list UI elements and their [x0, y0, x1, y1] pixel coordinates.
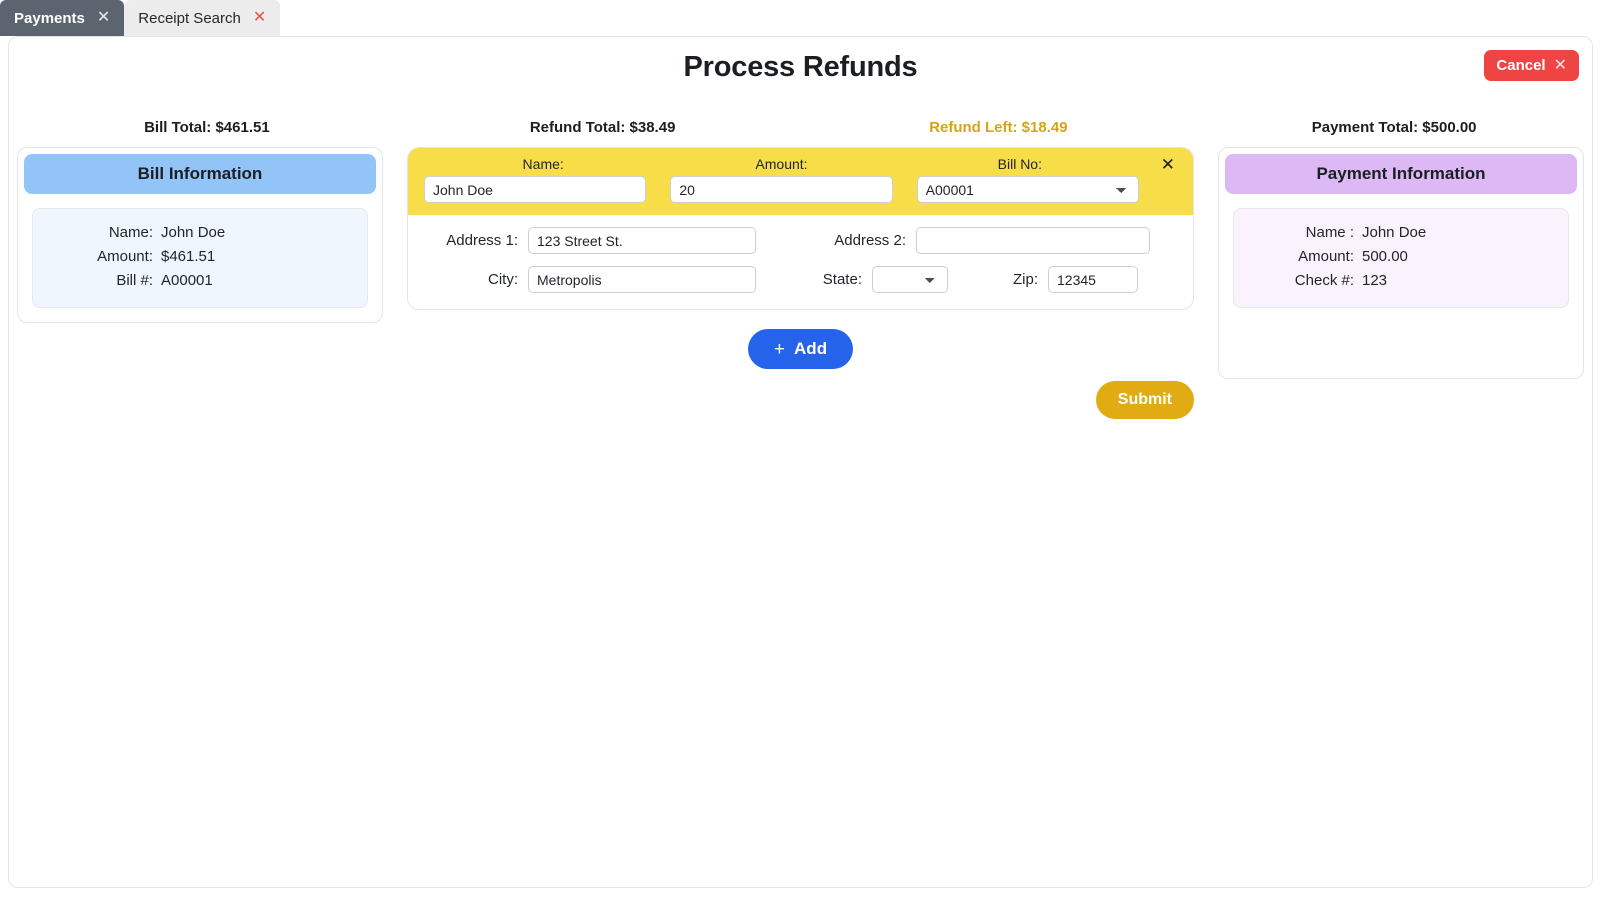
zip-label: Zip:	[1012, 271, 1038, 288]
refund-row-labels: Name: Amount: Bill No:	[424, 156, 1181, 176]
city-field-wrap	[528, 266, 756, 293]
refund-billno-field-wrap: A00001	[916, 176, 1139, 203]
city-label: City:	[488, 271, 518, 288]
state-select[interactable]	[872, 266, 948, 293]
refund-name-input[interactable]	[424, 176, 647, 203]
payment-info-row: Name : John Doe	[1234, 221, 1568, 245]
payment-name-value: John Doe	[1362, 224, 1427, 241]
bill-information-card: Bill Information Name: John Doe Amount: …	[17, 147, 383, 323]
cancel-button-label: Cancel	[1496, 57, 1546, 74]
payment-information-heading: Payment Information	[1225, 154, 1577, 194]
tab-payments-label: Payments	[14, 9, 85, 27]
page-panel: Process Refunds Cancel ✕ Bill Total: $46…	[8, 36, 1593, 888]
tab-receipt-search-close-icon[interactable]: ✕	[253, 10, 266, 26]
cancel-button[interactable]: Cancel ✕	[1484, 50, 1579, 81]
address-line-1-row: Address 1: Address 2:	[442, 227, 1159, 254]
refund-row-header: ✕ Name: Amount: Bill No: John Doe 20 A00…	[408, 148, 1193, 215]
address1-input[interactable]	[528, 227, 756, 254]
tab-bar: Payments ✕ Receipt Search ✕	[0, 0, 1601, 36]
remove-refund-row-button[interactable]: ✕	[1157, 154, 1179, 175]
bill-info-row: Bill #: A00001	[33, 269, 367, 293]
refund-row-card: ✕ Name: Amount: Bill No: John Doe 20 A00…	[407, 147, 1194, 310]
payment-name-label: Name :	[1305, 224, 1354, 241]
payment-check-value: 123	[1362, 272, 1388, 289]
tab-receipt-search[interactable]: Receipt Search ✕	[124, 0, 281, 36]
refund-left: Refund Left: $18.49	[929, 119, 1068, 136]
payment-info-row: Amount: 500.00	[1234, 245, 1568, 269]
payment-information-column: Payment Information Name : John Doe Amou…	[1218, 147, 1584, 379]
totals-row: Bill Total: $461.51 Refund Total: $38.49…	[9, 119, 1592, 136]
tab-receipt-search-label: Receipt Search	[138, 9, 241, 27]
close-icon: ✕	[1553, 56, 1567, 74]
refund-total: Refund Total: $38.49	[529, 119, 676, 136]
refund-amount-input[interactable]	[670, 176, 893, 203]
bill-info-row: Amount: $461.51	[33, 245, 367, 269]
tab-payments[interactable]: Payments ✕	[0, 0, 125, 36]
state-field-wrap	[872, 266, 948, 293]
address2-field-wrap	[916, 227, 1150, 254]
submit-button-wrap: Submit	[407, 381, 1194, 419]
zip-field-wrap	[1048, 266, 1138, 293]
tab-payments-close-icon[interactable]: ✕	[97, 10, 110, 26]
main-columns: Bill Information Name: John Doe Amount: …	[9, 147, 1592, 419]
refund-amount-field-wrap	[670, 176, 893, 203]
city-state-zip-row: City: State: Zip:	[442, 266, 1159, 293]
city-input[interactable]	[528, 266, 756, 293]
plus-icon: +	[773, 338, 786, 360]
payment-information-body: Name : John Doe Amount: 500.00 Check #: …	[1233, 208, 1569, 308]
add-button-label: Add	[794, 339, 828, 358]
payment-info-row: Check #: 123	[1234, 269, 1568, 293]
bill-information-column: Bill Information Name: John Doe Amount: …	[17, 147, 383, 323]
refund-form-column: ✕ Name: Amount: Bill No: John Doe 20 A00…	[407, 147, 1194, 419]
refund-billno-label: Bill No:	[997, 156, 1042, 172]
bill-name-value: John Doe	[161, 224, 226, 241]
bill-number-label: Bill #:	[116, 272, 153, 289]
add-refund-row-button[interactable]: + Add	[747, 329, 854, 369]
submit-button[interactable]: Submit	[1095, 381, 1194, 419]
refund-row-fields: A00001	[424, 176, 1181, 203]
state-label: State:	[822, 271, 862, 288]
add-button-wrap: + Add	[407, 329, 1194, 369]
bill-information-heading: Bill Information	[24, 154, 376, 194]
bill-amount-value: $461.51	[161, 248, 216, 265]
refund-name-label: Name:	[522, 156, 564, 172]
zip-input[interactable]	[1048, 266, 1138, 293]
bill-total: Bill Total: $461.51	[144, 119, 270, 136]
payment-amount-label: Amount:	[1298, 248, 1354, 265]
payment-total: Payment Total: $500.00	[1311, 119, 1477, 136]
refund-amount-label: Amount:	[755, 156, 808, 172]
payment-information-card: Payment Information Name : John Doe Amou…	[1218, 147, 1584, 379]
address2-label: Address 2:	[834, 232, 906, 249]
refund-address-section: Address 1: Address 2: City:	[408, 215, 1193, 309]
bill-name-label: Name:	[108, 224, 153, 241]
bill-number-value: A00001	[161, 272, 213, 289]
refund-name-field-wrap	[424, 176, 647, 203]
refund-billno-select[interactable]: A00001	[916, 176, 1139, 203]
address1-field-wrap	[528, 227, 756, 254]
payment-amount-value: 500.00	[1362, 248, 1408, 265]
page-title: Process Refunds	[683, 51, 918, 83]
bill-amount-label: Amount:	[97, 248, 153, 265]
address1-label: Address 1:	[446, 232, 518, 249]
payment-check-label: Check #:	[1294, 272, 1354, 289]
address2-input[interactable]	[916, 227, 1150, 254]
bill-info-row: Name: John Doe	[33, 221, 367, 245]
bill-information-body: Name: John Doe Amount: $461.51 Bill #: A…	[32, 208, 368, 308]
